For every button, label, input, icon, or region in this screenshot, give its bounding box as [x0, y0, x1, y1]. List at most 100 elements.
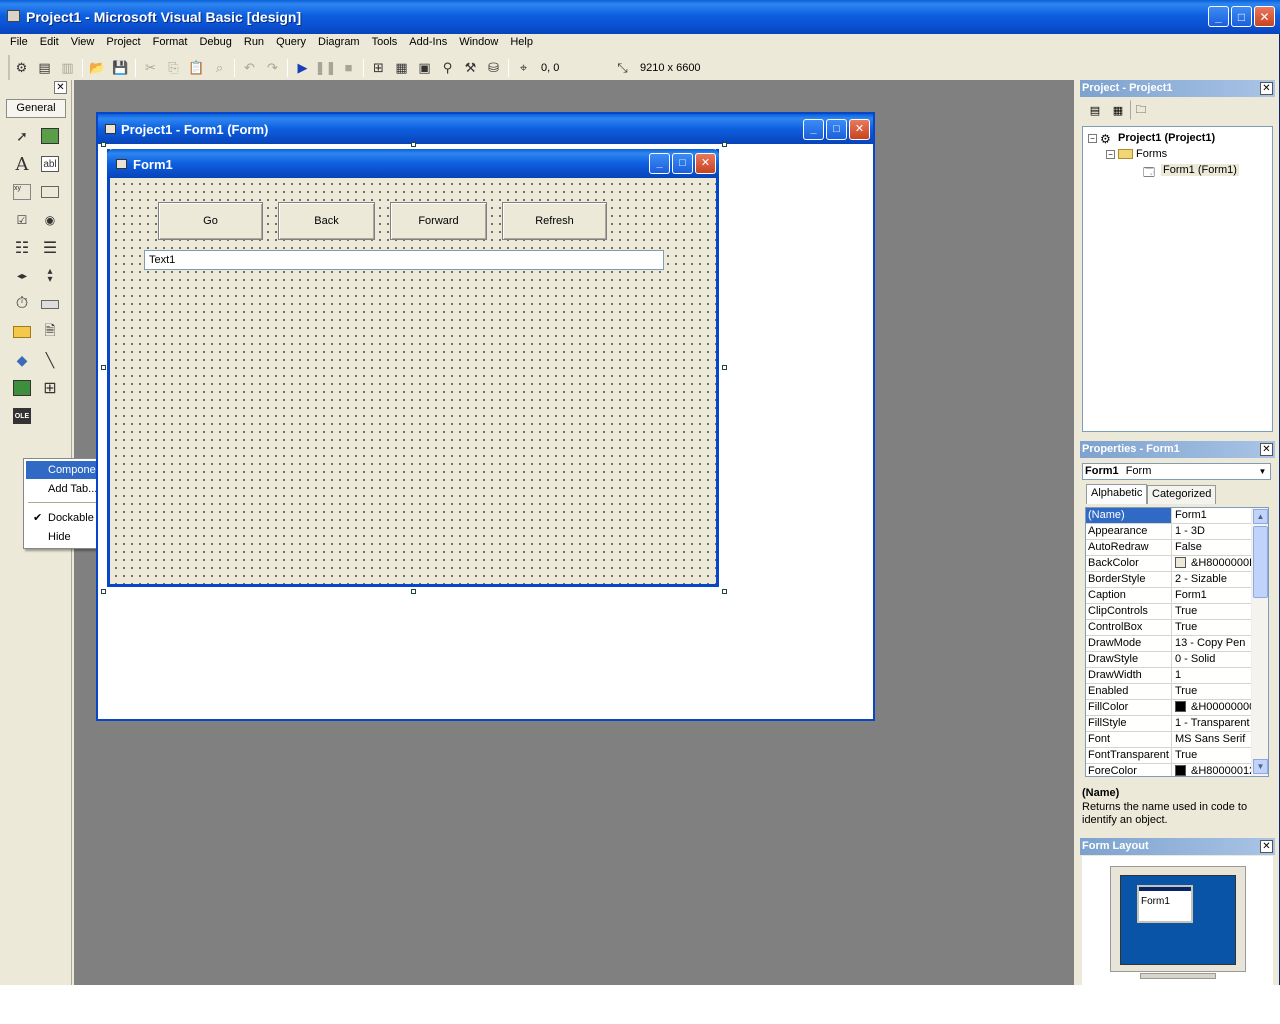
designer-title-bar[interactable]: Project1 - Form1 (Form) _ □ ✕ [98, 114, 873, 144]
go-button[interactable]: Go [158, 202, 263, 240]
form1-design-surface[interactable]: Form1 _ □ ✕ Go Back Forward Refresh Text… [107, 149, 719, 587]
maximize-button[interactable]: □ [1231, 6, 1252, 27]
menu-format[interactable]: Format [147, 34, 194, 53]
vscrollbar-icon[interactable]: ▴ ▾ [36, 262, 64, 290]
form-layout-icon[interactable]: ▣ [413, 57, 436, 79]
property-row[interactable]: BorderStyle 2 - Sizable [1086, 572, 1252, 588]
project-explorer-close-button[interactable]: ✕ [1260, 82, 1273, 95]
vb-app-icon[interactable] [7, 10, 20, 22]
view-code-icon[interactable]: ▤ [1084, 100, 1106, 120]
property-grid-scrollbar[interactable]: ▲ ▼ [1251, 508, 1268, 776]
frame-icon[interactable]: xy [8, 178, 36, 206]
copy-icon[interactable]: ⎘ [162, 57, 185, 79]
scroll-thumb[interactable] [1253, 526, 1268, 598]
add-project-icon[interactable]: ⚙ [10, 57, 33, 79]
collapse-icon[interactable]: − [1106, 149, 1115, 159]
menu-add-ins[interactable]: Add-Ins [403, 34, 453, 53]
open-project-icon[interactable]: 📂 [86, 57, 109, 79]
save-project-icon[interactable]: 💾 [109, 57, 132, 79]
dirlistbox-icon[interactable] [8, 318, 36, 346]
image-icon[interactable] [8, 374, 36, 402]
menu-view[interactable]: View [65, 34, 101, 53]
menu-query[interactable]: Query [270, 34, 312, 53]
pointer-icon[interactable]: ➚ [8, 122, 36, 150]
label-icon[interactable]: A [8, 150, 36, 178]
resize-handle[interactable] [411, 142, 416, 147]
project-explorer-icon[interactable]: ⊞ [367, 57, 390, 79]
ole-icon[interactable]: OLE [8, 402, 36, 430]
menu-debug[interactable]: Debug [193, 34, 237, 53]
object-browser-icon[interactable]: ⚲ [436, 57, 459, 79]
undo-icon[interactable]: ↶ [238, 57, 261, 79]
optionbutton-icon[interactable]: ◉ [36, 206, 64, 234]
tree-item-forms-folder[interactable]: − Forms [1106, 146, 1167, 162]
text1-textbox[interactable]: Text1 [144, 250, 664, 270]
menu-diagram[interactable]: Diagram [312, 34, 366, 53]
form1-maximize-button[interactable]: □ [672, 153, 693, 174]
add-form-icon[interactable]: ▤ [33, 57, 56, 79]
menu-file[interactable]: File [4, 34, 34, 53]
designer-minimize-button[interactable]: _ [803, 119, 824, 140]
form1-close-button[interactable]: ✕ [695, 153, 716, 174]
drivelistbox-icon[interactable] [36, 290, 64, 318]
listbox-icon[interactable]: ☰ [36, 234, 64, 262]
property-row[interactable]: ClipControls True [1086, 604, 1252, 620]
paste-icon[interactable]: 📋 [185, 57, 208, 79]
picturebox-icon[interactable] [36, 122, 64, 150]
chevron-down-icon[interactable]: ▼ [1256, 465, 1269, 478]
tree-item-form1[interactable]: 🗔 Form1 (Form1) [1143, 162, 1239, 179]
property-row[interactable]: FontTransparent True [1086, 748, 1252, 764]
property-row[interactable]: DrawWidth 1 [1086, 668, 1252, 684]
property-row[interactable]: BackColor &H8000000F [1086, 556, 1252, 572]
menu-help[interactable]: Help [504, 34, 539, 53]
resize-handle[interactable] [101, 365, 106, 370]
property-row[interactable]: FillStyle 1 - Transparent [1086, 716, 1252, 732]
form1-minimize-button[interactable]: _ [649, 153, 670, 174]
shape-icon[interactable]: ◆ [8, 346, 36, 374]
designer-maximize-button[interactable]: □ [826, 119, 847, 140]
checkbox-icon[interactable]: ☑ [8, 206, 36, 234]
close-button[interactable]: ✕ [1254, 6, 1275, 27]
data-view-icon[interactable]: ⛁ [482, 57, 505, 79]
hscrollbar-icon[interactable]: ◂▸ [8, 262, 36, 290]
tab-categorized[interactable]: Categorized [1147, 485, 1217, 504]
property-row[interactable]: DrawMode 13 - Copy Pen [1086, 636, 1252, 652]
resize-handle[interactable] [411, 589, 416, 594]
menu-window[interactable]: Window [453, 34, 504, 53]
line-icon[interactable]: ╲ [36, 346, 64, 374]
form-icon[interactable] [105, 124, 116, 134]
designer-close-button[interactable]: ✕ [849, 119, 870, 140]
end-icon[interactable]: ■ [337, 57, 360, 79]
property-row[interactable]: Caption Form1 [1086, 588, 1252, 604]
filelistbox-icon[interactable]: 🗎 [36, 318, 64, 346]
form-layout-close-button[interactable]: ✕ [1260, 840, 1273, 853]
back-button[interactable]: Back [278, 202, 375, 240]
toggle-folders-icon[interactable]: 🗀 [1130, 100, 1152, 120]
property-row[interactable]: Font MS Sans Serif [1086, 732, 1252, 748]
refresh-button[interactable]: Refresh [502, 202, 607, 240]
resize-handle[interactable] [101, 589, 106, 594]
toolbox-close-button[interactable]: ✕ [54, 81, 67, 94]
cut-icon[interactable]: ✂ [139, 57, 162, 79]
resize-handle[interactable] [722, 365, 727, 370]
find-icon[interactable]: ⌕ [208, 57, 231, 79]
forward-button[interactable]: Forward [390, 202, 487, 240]
scroll-up-icon[interactable]: ▲ [1253, 509, 1268, 524]
menu-project[interactable]: Project [100, 34, 146, 53]
properties-window-icon[interactable]: ▦ [390, 57, 413, 79]
textbox-icon[interactable]: abl [36, 150, 64, 178]
break-icon[interactable]: ❚❚ [314, 57, 337, 79]
collapse-icon[interactable]: − [1088, 133, 1097, 143]
form1-grid-canvas[interactable]: Go Back Forward Refresh Text1 [110, 178, 716, 584]
property-row[interactable]: ControlBox True [1086, 620, 1252, 636]
object-selector-dropdown[interactable]: Form1 Form ▼ [1082, 463, 1271, 480]
scroll-down-icon[interactable]: ▼ [1253, 759, 1268, 774]
combobox-icon[interactable]: ☷ [8, 234, 36, 262]
resize-handle[interactable] [101, 142, 106, 147]
form1-layout-preview[interactable]: Form1 [1137, 885, 1193, 923]
property-row[interactable]: FillColor &H00000000 [1086, 700, 1252, 716]
property-row[interactable]: (Name) Form1 [1086, 508, 1252, 524]
redo-icon[interactable]: ↷ [261, 57, 284, 79]
property-row[interactable]: Enabled True [1086, 684, 1252, 700]
view-object-icon[interactable]: ▦ [1107, 100, 1129, 120]
